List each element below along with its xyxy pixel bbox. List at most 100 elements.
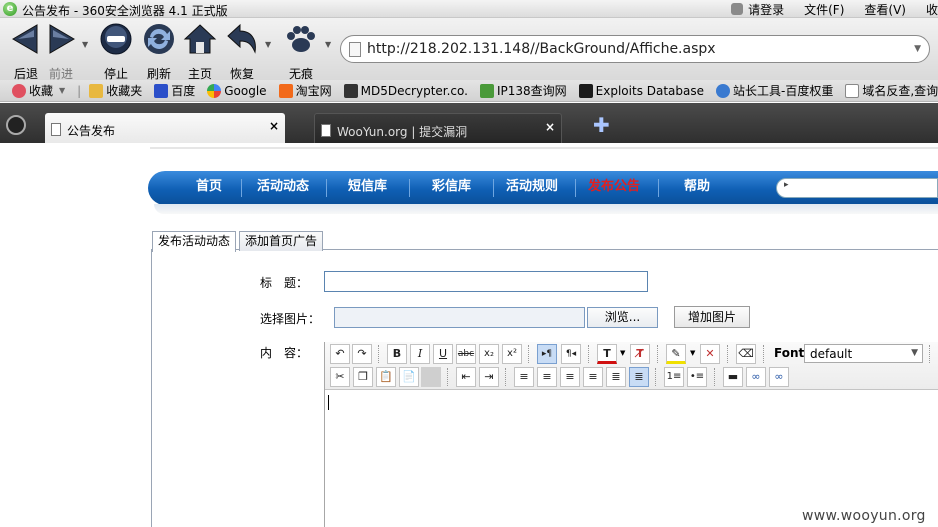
align-right-icon[interactable]: ≡ [583, 367, 603, 387]
md5-icon [343, 83, 358, 98]
page-icon [321, 124, 331, 137]
home-button[interactable]: 主页 [182, 22, 218, 82]
rtl-direction-icon[interactable]: ¶◂ [561, 344, 581, 364]
nav-sms-library[interactable]: 短信库 [348, 171, 387, 205]
favorite-domain-lookup[interactable]: 域名反查,查询服务 [845, 82, 938, 99]
tab-bar: 公告发布 × WooYun.org | 提交漏洞 × ✚ [0, 103, 938, 143]
new-tab-icon[interactable]: ✚ [593, 113, 610, 137]
ordered-list-icon[interactable]: 1≡ [664, 367, 684, 387]
paste-icon[interactable]: 📋 [376, 367, 396, 387]
title-label: 标 题： [260, 276, 309, 290]
justify-full-icon[interactable]: ≣ [629, 367, 649, 387]
forward-button[interactable]: 前进 [44, 22, 78, 82]
tab-announcement[interactable]: 公告发布 × [45, 113, 285, 143]
horizontal-rule-icon[interactable]: ▬ [723, 367, 743, 387]
subscript-icon[interactable]: x₂ [479, 344, 499, 364]
link-icon[interactable]: ∞ [746, 367, 766, 387]
favorite-taobao[interactable]: 淘宝网 [278, 82, 332, 99]
tab-publish-activity[interactable]: 发布活动动态 [152, 231, 237, 252]
eraser-icon[interactable]: ⌫ [736, 344, 756, 364]
undo-icon[interactable]: ↶ [330, 344, 350, 364]
titlebar-menus: 请登录 文件(F) 查看(V) 收 [711, 1, 938, 18]
highlight-dropdown-icon[interactable]: ▼ [690, 349, 695, 357]
url-input[interactable] [367, 40, 907, 58]
favorite-ip138[interactable]: IP138查询网 [479, 82, 567, 99]
favorite-exploit-db[interactable]: Exploits Database [578, 83, 704, 98]
back-button[interactable]: 后退 [8, 22, 44, 82]
nav-search-box[interactable]: ▸ [776, 178, 938, 198]
ltr-direction-icon[interactable]: ▸¶ [537, 344, 557, 364]
nav-activity-rules[interactable]: 活动规则 [506, 171, 558, 205]
tab-menu-icon[interactable] [6, 115, 26, 135]
italic-icon[interactable]: I [410, 344, 430, 364]
page-icon [845, 83, 860, 98]
favorite-dropdown-icon[interactable]: ▼ [59, 86, 65, 95]
nav-help[interactable]: 帮助 [684, 171, 710, 205]
restore-dropdown-icon[interactable]: ▼ [265, 40, 271, 49]
paw-icon [284, 22, 318, 56]
undo-arrow-icon [225, 22, 259, 56]
watermark: www.wooyun.org [802, 508, 926, 524]
refresh-button[interactable]: 刷新 [141, 22, 177, 82]
align-left-icon[interactable]: ≡ [537, 367, 557, 387]
text-caret [328, 395, 329, 410]
clear-highlight-icon[interactable]: ✕ [700, 344, 720, 364]
title-input[interactable] [324, 271, 648, 292]
favorite-baidu[interactable]: 百度 [154, 82, 195, 99]
login-menu[interactable]: 请登录 [731, 1, 784, 18]
favorite-chinaz[interactable]: 站长工具-百度权重 [716, 82, 833, 99]
tab-close-icon[interactable]: × [545, 120, 555, 134]
add-image-button[interactable]: 增加图片 [674, 306, 750, 328]
indent-icon[interactable]: ⇥ [479, 367, 499, 387]
outdent-icon[interactable]: ⇤ [456, 367, 476, 387]
heart-icon [12, 83, 26, 98]
cut-icon[interactable]: ✂ [330, 367, 350, 387]
tab-close-icon[interactable]: × [269, 119, 279, 133]
nav-home[interactable]: 首页 [196, 171, 222, 205]
unordered-list-icon[interactable]: •≡ [687, 367, 707, 387]
private-dropdown-icon[interactable]: ▼ [325, 40, 331, 49]
image-file-input[interactable] [334, 307, 585, 328]
private-mode-button[interactable]: 无痕 [283, 22, 319, 82]
view-menu[interactable]: 查看(V) [864, 1, 906, 18]
refresh-icon [142, 22, 176, 56]
tab-wooyun[interactable]: WooYun.org | 提交漏洞 × [314, 113, 562, 143]
unlink-icon[interactable]: ∞ [769, 367, 789, 387]
nav-activity-news[interactable]: 活动动态 [257, 171, 309, 205]
stop-button[interactable]: 停止 [98, 22, 134, 82]
font-color-dropdown-icon[interactable]: ▼ [620, 349, 625, 357]
align-justify-icon[interactable]: ≣ [606, 367, 626, 387]
paste-text-icon[interactable]: 📄 [399, 367, 419, 387]
restore-button[interactable]: 恢复 [224, 22, 260, 82]
file-menu[interactable]: 文件(F) [804, 1, 844, 18]
superscript-icon[interactable]: x² [502, 344, 522, 364]
align-center-icon[interactable]: ≡ [560, 367, 580, 387]
copy-icon[interactable]: ❐ [353, 367, 373, 387]
bold-icon[interactable]: B [387, 344, 407, 364]
favorite-folder[interactable]: 收藏夹 [89, 82, 142, 99]
site-navigation: 首页 活动动态 短信库 彩信库 活动规则 发布公告 帮助 ▸ [148, 171, 938, 214]
nav-mms-library[interactable]: 彩信库 [432, 171, 471, 205]
paragraph-left-icon[interactable]: ≡ [514, 367, 534, 387]
favorite-md5decrypter[interactable]: MD5Decrypter.co. [343, 83, 468, 98]
clear-color-icon[interactable]: T̸ [630, 344, 650, 364]
tab-add-homepage-ad[interactable]: 添加首页广告 [239, 231, 324, 251]
image-label: 选择图片： [260, 312, 321, 326]
browse-button[interactable]: 浏览... [587, 307, 658, 328]
favorite-google[interactable]: Google [207, 83, 267, 98]
strikethrough-icon[interactable]: abc [456, 344, 476, 364]
font-label: Font [774, 346, 805, 360]
favorite-add[interactable]: 收藏 ▼ [12, 82, 65, 99]
favorites-menu[interactable]: 收 [926, 1, 938, 18]
navigation-toolbar: 后退 前进 ▼ 停止 刷新 主页 恢复 ▼ 无痕 ▼ http://218.20… [0, 18, 938, 82]
history-dropdown-icon[interactable]: ▼ [82, 40, 88, 49]
font-color-icon[interactable]: T [597, 344, 617, 364]
redo-icon[interactable]: ↷ [352, 344, 372, 364]
nav-publish-announcement[interactable]: 发布公告 [588, 171, 640, 205]
address-bar[interactable]: ▼ [340, 35, 930, 63]
url-dropdown-icon[interactable]: ▼ [914, 44, 921, 54]
font-select[interactable]: default ▼ [804, 344, 923, 363]
highlight-color-icon[interactable]: ✎ [666, 344, 686, 364]
page-icon [349, 42, 361, 57]
underline-icon[interactable]: U [433, 344, 453, 364]
